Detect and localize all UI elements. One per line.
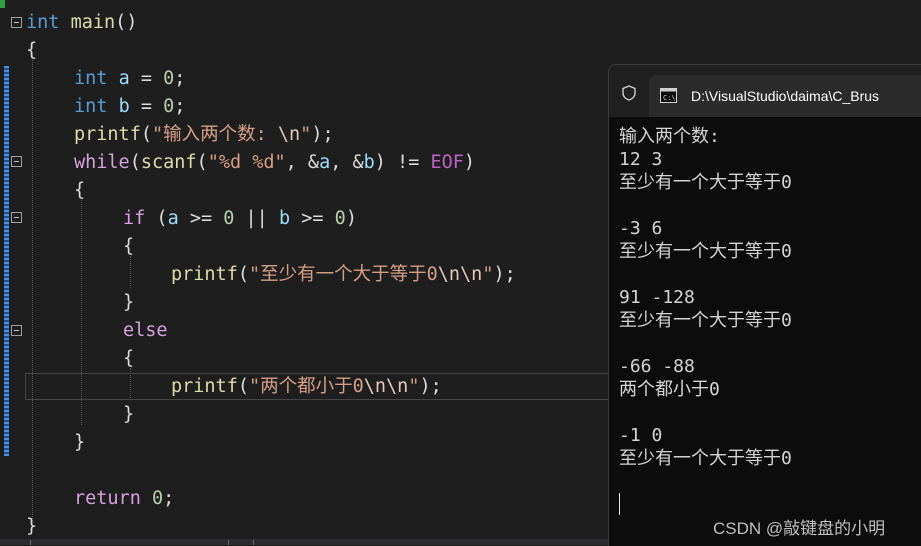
console-tab[interactable]: C:\ D:\VisualStudio\daima\C_Brus — [649, 75, 921, 117]
console-output-line: 两个都小于0 — [619, 379, 720, 400]
code-line-19[interactable]: } — [26, 513, 37, 541]
code-line-5[interactable]: printf("输入两个数: \n"); — [74, 121, 334, 149]
code-line-18[interactable]: return 0; — [74, 485, 174, 513]
code-line-6[interactable]: while(scanf("%d %d", &a, &b) != EOF) — [74, 149, 475, 177]
console-output-line: -3 6 — [619, 218, 663, 239]
code-line-16[interactable]: } — [74, 429, 85, 457]
fold-toggle-while[interactable] — [11, 156, 22, 167]
console-tab-title: D:\VisualStudio\daima\C_Brus — [691, 88, 880, 104]
console-tab-bar: C:\ D:\VisualStudio\daima\C_Brus — [609, 65, 921, 117]
console-output-line: -1 0 — [619, 425, 663, 446]
change-bar — [4, 66, 9, 456]
code-line-15[interactable]: } — [123, 401, 134, 429]
shield-icon[interactable] — [621, 85, 637, 101]
console-output-line: 至少有一个大于等于0 — [619, 241, 792, 262]
code-line-3[interactable]: int a = 0; — [74, 65, 185, 93]
console-output-line: 输入两个数: — [619, 126, 720, 147]
console-output-line: 91 -128 — [619, 287, 695, 308]
code-line-14[interactable]: printf("两个都小于0\n\n"); — [171, 373, 442, 401]
code-line-4[interactable]: int b = 0; — [74, 93, 185, 121]
scroll-tick — [253, 540, 254, 545]
scroll-tick — [30, 540, 31, 545]
code-line-1[interactable]: int main() — [26, 9, 137, 37]
watermark: CSDN @敲键盘的小明 — [713, 519, 886, 538]
console-output-line: -66 -88 — [619, 356, 695, 377]
code-line-13[interactable]: { — [123, 345, 134, 373]
fold-toggle-main[interactable] — [11, 17, 22, 28]
terminal-icon: C:\ — [660, 88, 677, 103]
console-output-line: 至少有一个大于等于0 — [619, 172, 792, 193]
code-line-2[interactable]: { — [26, 37, 37, 65]
code-line-8[interactable]: if (a >= 0 || b >= 0) — [123, 205, 357, 233]
fold-toggle-else[interactable] — [11, 325, 22, 336]
console-output-line: 至少有一个大于等于0 — [619, 448, 792, 469]
console-output-line: 12 3 — [619, 149, 663, 170]
code-line-7[interactable]: { — [74, 177, 85, 205]
indent-guide — [32, 60, 33, 523]
input-caret[interactable] — [619, 493, 620, 515]
horizontal-scrollbar[interactable] — [0, 539, 610, 545]
svg-text:C:\: C:\ — [663, 94, 676, 102]
code-line-12[interactable]: else — [123, 317, 168, 345]
code-line-9[interactable]: { — [123, 233, 134, 261]
code-line-10[interactable]: printf("至少有一个大于等于0\n\n"); — [171, 261, 516, 289]
scroll-tick — [228, 540, 229, 545]
fold-toggle-if[interactable] — [11, 212, 22, 223]
change-indicator — [0, 0, 5, 8]
console-window[interactable]: C:\ D:\VisualStudio\daima\C_Brus 输入两个数: … — [608, 64, 921, 546]
console-output-line: 至少有一个大于等于0 — [619, 310, 792, 331]
code-line-11[interactable]: } — [123, 289, 134, 317]
